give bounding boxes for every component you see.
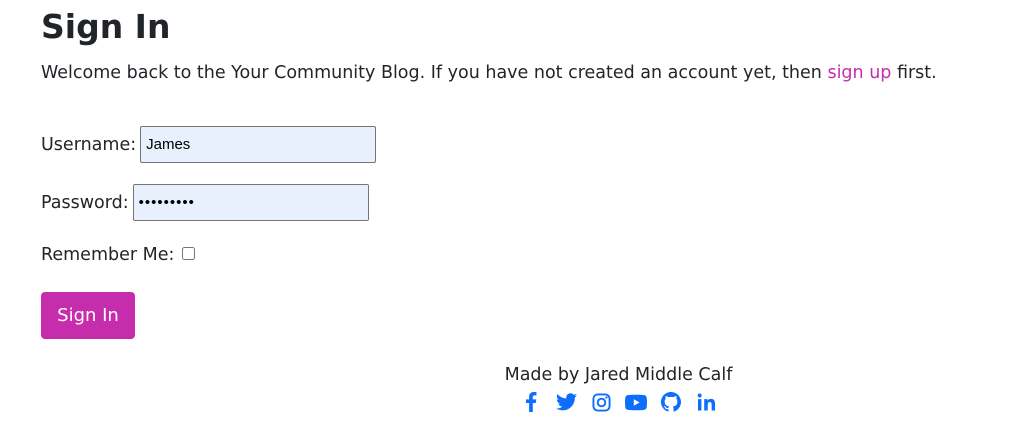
remember-me-label: Remember Me: — [41, 245, 175, 265]
footer-credit: Made by Jared Middle Calf — [504, 365, 733, 385]
footer: Made by Jared Middle Calf — [41, 362, 1018, 413]
instagram-icon[interactable] — [590, 391, 612, 413]
username-field[interactable] — [140, 126, 377, 163]
password-label: Password: — [41, 192, 129, 213]
sign-in-button[interactable]: Sign In — [41, 292, 135, 339]
intro-text-after: first. — [891, 63, 937, 83]
linkedin-icon[interactable] — [695, 391, 717, 413]
github-icon[interactable] — [660, 391, 682, 413]
password-row: Password: — [41, 184, 369, 221]
remember-me-checkbox[interactable] — [182, 246, 196, 260]
username-label: Username: — [41, 134, 137, 155]
twitter-icon[interactable] — [555, 391, 577, 413]
username-row: Username: — [41, 126, 377, 163]
page-title: Sign In — [41, 7, 171, 46]
sign-up-link[interactable]: sign up — [827, 63, 891, 83]
youtube-icon[interactable] — [625, 391, 647, 413]
password-field[interactable] — [132, 184, 369, 221]
intro-text-before: Welcome back to the Your Community Blog.… — [41, 63, 828, 83]
facebook-icon[interactable] — [520, 391, 542, 413]
remember-me-row: Remember Me: — [41, 245, 196, 265]
intro-text: Welcome back to the Your Community Blog.… — [41, 60, 937, 86]
social-links — [41, 391, 1018, 413]
page: Sign In Welcome back to the Your Communi… — [0, 0, 1018, 430]
